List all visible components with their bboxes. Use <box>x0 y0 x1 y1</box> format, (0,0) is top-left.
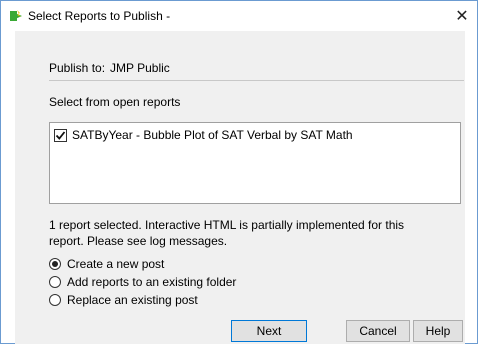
status-line-2: report. Please see log messages. <box>49 234 228 248</box>
status-message: 1 report selected. Interactive HTML is p… <box>49 217 449 249</box>
title-bar: Select Reports to Publish - ✕ <box>1 1 477 31</box>
option-label: Add reports to an existing folder <box>67 275 237 289</box>
close-button[interactable]: ✕ <box>447 1 477 31</box>
help-button[interactable]: Help <box>413 320 463 342</box>
post-options-group: Create a new post Add reports to an exis… <box>49 255 236 309</box>
close-icon: ✕ <box>455 8 469 25</box>
reports-section-label: Select from open reports <box>49 95 181 109</box>
publish-dialog: Select Reports to Publish - ✕ Publish to… <box>0 0 478 344</box>
report-item-label: SATByYear - Bubble Plot of SAT Verbal by… <box>72 128 353 142</box>
publish-to-value: JMP Public <box>110 61 170 75</box>
radio-button[interactable] <box>49 276 61 288</box>
jmp-publish-icon <box>9 9 23 23</box>
option-replace-post[interactable]: Replace an existing post <box>49 291 236 309</box>
option-add-to-folder[interactable]: Add reports to an existing folder <box>49 273 236 291</box>
option-label: Create a new post <box>67 257 165 271</box>
dialog-content: Publish to: JMP Public Select from open … <box>15 31 465 344</box>
publish-target-row: Publish to: JMP Public <box>15 31 465 81</box>
checkmark-icon <box>55 130 66 140</box>
cancel-button[interactable]: Cancel <box>346 320 410 342</box>
next-button[interactable]: Next <box>231 320 307 342</box>
divider <box>49 80 464 81</box>
list-item[interactable]: SATByYear - Bubble Plot of SAT Verbal by… <box>54 127 353 143</box>
publish-to-label: Publish to: <box>49 61 106 75</box>
option-create-new-post[interactable]: Create a new post <box>49 255 236 273</box>
radio-selected-dot <box>52 261 58 267</box>
radio-button[interactable] <box>49 258 61 270</box>
status-line-1: 1 report selected. Interactive HTML is p… <box>49 218 405 232</box>
option-label: Replace an existing post <box>67 293 198 307</box>
open-reports-list[interactable]: SATByYear - Bubble Plot of SAT Verbal by… <box>49 122 461 204</box>
radio-button[interactable] <box>49 294 61 306</box>
window-title: Select Reports to Publish - <box>28 9 171 23</box>
report-checkbox[interactable] <box>54 128 67 142</box>
